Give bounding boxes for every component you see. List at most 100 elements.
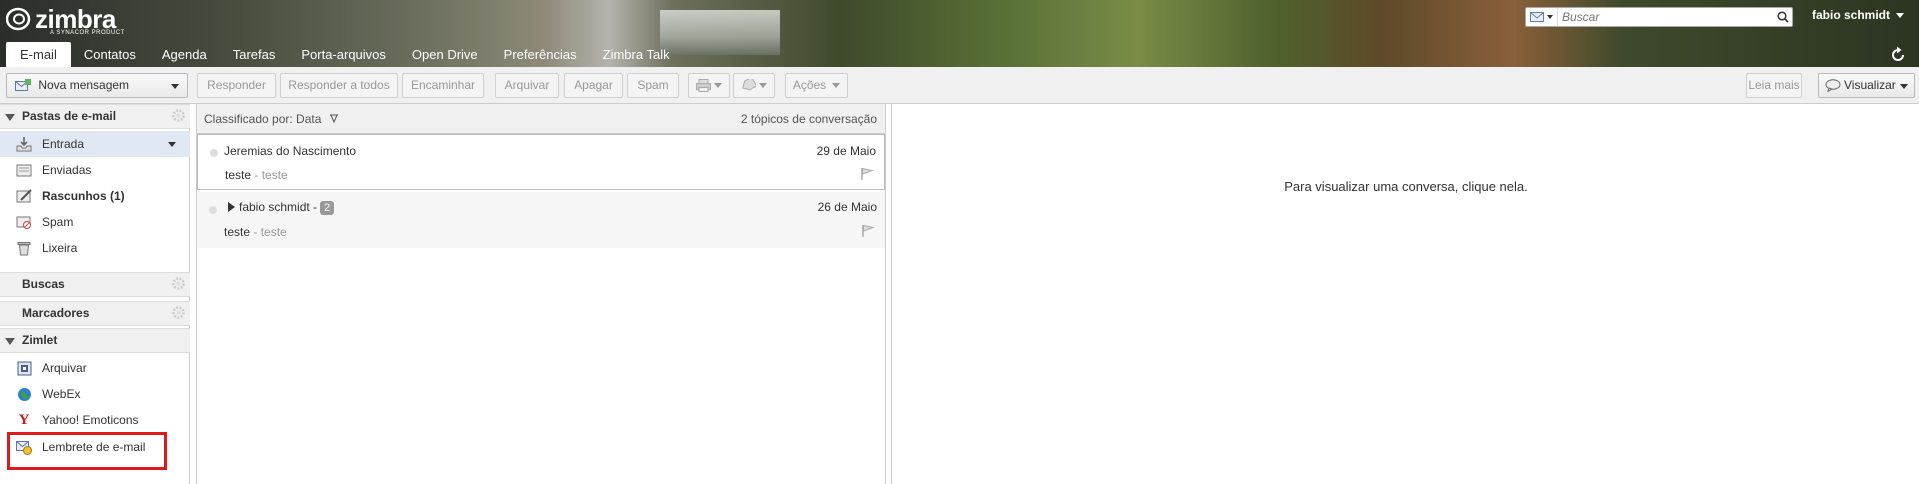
subject-separator: - — [251, 168, 262, 182]
delete-button[interactable]: Apagar — [564, 73, 623, 98]
user-menu[interactable]: fabio schmidt — [1812, 8, 1905, 22]
chevron-down-icon — [1900, 84, 1908, 89]
flag-icon[interactable] — [860, 167, 874, 181]
conversation-date: 26 de Maio — [817, 200, 877, 214]
tab-calendar[interactable]: Agenda — [149, 42, 220, 67]
expand-thread-icon[interactable] — [228, 202, 235, 212]
list-header: Classificado por: Data 2 tópicos de conv… — [197, 104, 885, 134]
conversation-sender: fabio schmidt -2 — [228, 200, 335, 215]
highlight-annotation-box — [7, 432, 167, 470]
tab-preferences[interactable]: Preferências — [491, 42, 590, 67]
conversation-list: Classificado por: Data 2 tópicos de conv… — [196, 104, 886, 484]
zimlets-title: Zimlet — [22, 333, 58, 347]
sidebar-item-spam[interactable]: Spam — [0, 209, 190, 235]
search-box — [1525, 7, 1793, 27]
yahoo-y-icon: Y — [18, 411, 30, 428]
search-icon — [1777, 11, 1789, 23]
inbox-icon — [15, 135, 33, 153]
read-status-dot[interactable] — [210, 149, 218, 157]
message-count-badge: 2 — [320, 201, 335, 215]
chevron-down-icon[interactable] — [168, 141, 176, 147]
gear-icon[interactable] — [171, 108, 186, 123]
junk-icon — [15, 213, 33, 231]
sidebar-item-label: Enviadas — [42, 163, 92, 177]
reading-pane: Para visualizar uma conversa, clique nel… — [891, 104, 1919, 484]
sidebar-item-archive-zimlet[interactable]: Arquivar — [0, 355, 190, 381]
speech-bubble-icon — [1825, 79, 1841, 93]
conversation-subject: teste - teste — [224, 225, 287, 239]
tags-header[interactable]: Marcadores — [0, 301, 190, 326]
search-input[interactable] — [1558, 9, 1774, 25]
user-name: fabio schmidt — [1812, 8, 1891, 22]
chevron-down-icon — [171, 84, 179, 89]
forward-button[interactable]: Encaminhar — [402, 73, 484, 98]
read-status-dot[interactable] — [209, 206, 217, 214]
chevron-down-icon — [1896, 12, 1905, 18]
tab-zimbra-talk[interactable]: Zimbra Talk — [590, 42, 683, 67]
tag-button[interactable] — [733, 73, 775, 98]
flag-icon[interactable] — [861, 224, 875, 238]
sidebar-item-inbox[interactable]: Entrada — [0, 131, 190, 157]
header-banner: zimbra A SYNACOR PRODUCT fabio schmidt E… — [0, 0, 1919, 67]
read-more-button[interactable]: Leia mais — [1746, 73, 1802, 98]
conversation-date: 29 de Maio — [816, 144, 876, 158]
reply-all-button[interactable]: Responder a todos — [280, 73, 398, 98]
tab-email[interactable]: E-mail — [6, 42, 71, 67]
actions-button[interactable]: Ações — [785, 73, 848, 98]
tag-icon — [742, 76, 758, 91]
list-item[interactable]: Jeremias do Nascimento 29 de Maio teste … — [197, 134, 885, 190]
subject-text: teste — [224, 225, 251, 239]
sidebar-item-label: Lixeira — [42, 241, 78, 255]
sidebar-item-trash[interactable]: Lixeira — [0, 235, 190, 261]
app-tabs: E-mail Contatos Agenda Tarefas Porta-arq… — [6, 42, 683, 67]
zimbra-logo[interactable]: zimbra A SYNACOR PRODUCT — [6, 4, 124, 36]
search-button[interactable] — [1774, 8, 1792, 26]
view-label: Visualizar — [1844, 78, 1896, 92]
tab-tasks[interactable]: Tarefas — [220, 42, 289, 67]
sidebar-item-label: Yahoo! Emoticons — [42, 413, 139, 427]
drafts-icon — [15, 187, 33, 205]
chevron-down-icon — [759, 83, 767, 89]
print-button[interactable] — [688, 73, 730, 98]
chevron-down-icon — [714, 83, 722, 89]
tags-title: Marcadores — [22, 306, 90, 320]
sidebar-item-sent[interactable]: Enviadas — [0, 157, 190, 183]
actions-label: Ações — [792, 78, 827, 92]
sidebar-item-yahoo-emoticons[interactable]: Y Yahoo! Emoticons — [0, 407, 190, 433]
sidebar-item-label: WebEx — [42, 387, 81, 401]
tab-briefcase[interactable]: Porta-arquivos — [288, 42, 399, 67]
sidebar-item-label: Rascunhos (1) — [42, 189, 125, 203]
zimlets-header[interactable]: Zimlet — [0, 328, 190, 353]
tab-contacts[interactable]: Contatos — [71, 42, 149, 67]
new-message-icon — [15, 79, 31, 92]
tab-open-drive[interactable]: Open Drive — [399, 42, 491, 67]
conversation-subject: teste - teste — [225, 168, 288, 182]
archive-zimlet-icon — [15, 359, 33, 377]
sort-label: Classificado por: Data — [204, 112, 322, 126]
mail-folders-title: Pastas de e-mail — [22, 109, 117, 123]
new-message-button[interactable]: Nova mensagem — [6, 73, 188, 98]
subject-separator: - — [250, 225, 261, 239]
sort-by-date-button[interactable]: Classificado por: Data — [204, 112, 339, 126]
banner-background — [840, 0, 1380, 67]
refresh-icon[interactable] — [1888, 45, 1908, 65]
fragment-text: teste — [260, 225, 287, 239]
mail-folders-header[interactable]: Pastas de e-mail — [0, 104, 190, 129]
gear-icon[interactable] — [171, 305, 186, 320]
zimbra-logo-icon — [6, 7, 31, 31]
sidebar-item-label: Spam — [42, 215, 74, 229]
searches-header[interactable]: Buscas — [0, 272, 190, 297]
spam-button[interactable]: Spam — [627, 73, 679, 98]
envelope-icon — [1530, 12, 1544, 22]
reply-button[interactable]: Responder — [197, 73, 276, 98]
mail-toolbar: Nova mensagem Responder Responder a todo… — [0, 67, 1919, 104]
view-button[interactable]: Visualizar — [1818, 73, 1915, 98]
gear-icon[interactable] — [171, 276, 186, 291]
archive-button[interactable]: Arquivar — [495, 73, 559, 98]
sidebar-item-drafts[interactable]: Rascunhos (1) — [0, 183, 190, 209]
search-type-button[interactable] — [1526, 8, 1558, 26]
sidebar-item-webex[interactable]: WebEx — [0, 381, 190, 407]
conversation-count: 2 tópicos de conversação — [740, 112, 877, 126]
list-item[interactable]: fabio schmidt -2 26 de Maio teste - test… — [197, 192, 885, 248]
sent-icon — [15, 161, 33, 179]
